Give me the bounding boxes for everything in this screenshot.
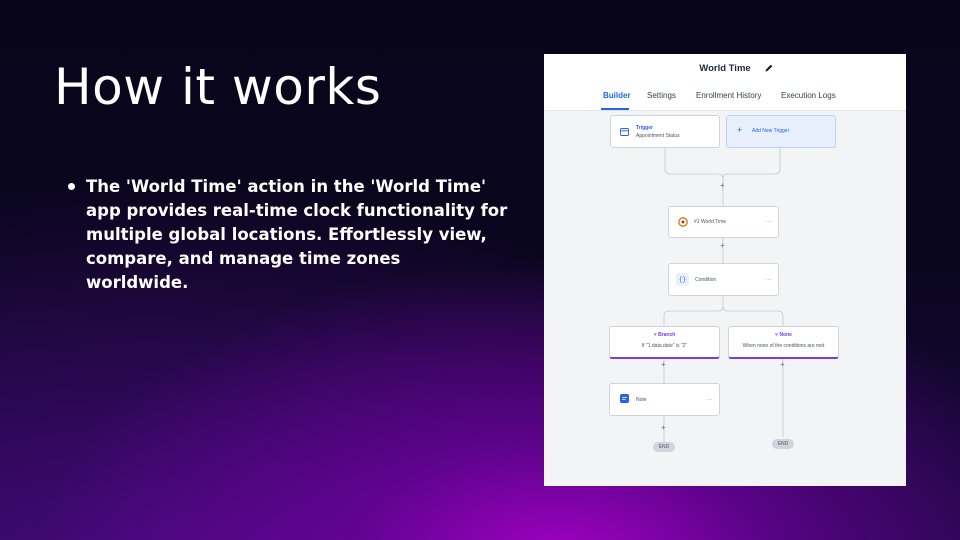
branch-icon: ⑂ <box>653 332 657 338</box>
none-header: ⑂ None <box>729 332 838 338</box>
more-options-icon[interactable]: ··· <box>706 396 713 403</box>
tab-settings[interactable]: Settings <box>647 91 676 100</box>
trigger-sub: Appointment Status <box>636 133 680 139</box>
add-step-icon[interactable]: + <box>720 182 725 190</box>
none-sub: When none of the conditions are met <box>742 343 825 349</box>
add-step-icon[interactable]: + <box>661 361 666 369</box>
none-label: None <box>779 332 792 338</box>
branch-sub: If "1.data.date" is "2" <box>641 343 688 349</box>
add-step-icon[interactable]: + <box>720 242 725 250</box>
branch-icon: ⑂ <box>775 332 779 338</box>
branch-label: Branch <box>658 332 676 338</box>
connector-lines <box>663 147 784 442</box>
add-step-icon[interactable]: + <box>661 424 666 432</box>
bullet-list: The 'World Time' action in the 'World Ti… <box>68 175 508 295</box>
condition-node[interactable]: {} Condition ··· <box>668 263 779 296</box>
pencil-icon[interactable] <box>764 63 774 73</box>
none-node[interactable]: ⑂ None When none of the conditions are m… <box>728 326 839 359</box>
bullet-text: The 'World Time' action in the 'World Ti… <box>86 177 508 292</box>
tab-execution-logs[interactable]: Execution Logs <box>781 91 836 100</box>
tab-enrollment-history[interactable]: Enrollment History <box>696 91 761 100</box>
add-trigger-label: Add New Trigger <box>752 128 790 134</box>
add-step-icon[interactable]: + <box>780 361 785 369</box>
clock-icon <box>678 217 688 227</box>
calendar-icon <box>620 128 629 136</box>
note-icon <box>620 394 629 403</box>
world-time-action-node[interactable]: #1 World Time ··· <box>668 206 779 238</box>
braces-icon: {} <box>676 273 689 286</box>
bullet-item: The 'World Time' action in the 'World Ti… <box>68 175 508 295</box>
end-pill: END <box>772 439 794 449</box>
end-pill: END <box>653 442 675 452</box>
trigger-label: Trigger <box>636 125 653 131</box>
plus-icon: + <box>737 125 743 135</box>
more-options-icon[interactable]: ··· <box>765 276 772 283</box>
bullet-dot <box>68 183 75 190</box>
note-node[interactable]: Note ··· <box>609 383 720 416</box>
workflow-header: World Time <box>544 54 906 84</box>
branch-node[interactable]: ⑂ Branch If "1.data.date" is "2" <box>609 326 720 359</box>
workflow-title: World Time <box>699 63 751 74</box>
tab-builder[interactable]: Builder <box>603 91 631 100</box>
active-tab-indicator <box>601 108 629 110</box>
trigger-node[interactable]: Trigger Appointment Status <box>610 115 720 148</box>
slide-title: How it works <box>54 58 382 116</box>
add-trigger-node[interactable]: + Add New Trigger <box>726 115 836 148</box>
action-label: #1 World Time <box>694 219 727 225</box>
branch-header: ⑂ Branch <box>610 332 719 338</box>
workflow-screenshot: World Time Builder Settings Enrollment H… <box>544 54 906 486</box>
tab-bar: Builder Settings Enrollment History Exec… <box>544 84 906 111</box>
condition-label: Condition <box>695 277 717 283</box>
note-label: Note <box>636 397 647 403</box>
workflow-canvas: Trigger Appointment Status + Add New Tri… <box>544 111 906 486</box>
more-options-icon[interactable]: ··· <box>765 219 772 226</box>
